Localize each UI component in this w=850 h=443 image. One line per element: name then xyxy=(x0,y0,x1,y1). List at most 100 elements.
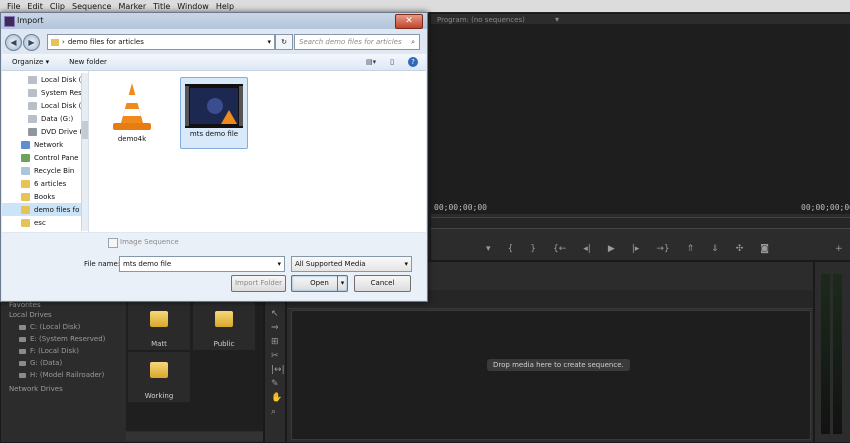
audio-meters xyxy=(814,261,850,443)
add-button-icon[interactable]: + xyxy=(835,244,843,254)
selection-tool-icon[interactable]: ↖ xyxy=(271,309,279,319)
address-path: demo files for articles xyxy=(67,38,144,46)
track-select-tool-icon[interactable]: ⇒ xyxy=(271,323,279,333)
recycle-bin-icon xyxy=(21,166,30,175)
folder-tile[interactable]: Matt xyxy=(128,302,190,350)
image-sequence-checkbox[interactable] xyxy=(108,238,118,248)
lift-icon[interactable]: ⇑ xyxy=(687,244,695,254)
back-arrow-icon[interactable]: ◀ xyxy=(5,34,22,51)
media-browser-panel: Favorites Local Drives C: (Local Disk) E… xyxy=(0,300,264,443)
folder-tile[interactable]: Working xyxy=(128,352,190,402)
menu-title[interactable]: Title xyxy=(153,2,170,11)
breadcrumb-separator-icon[interactable]: › xyxy=(62,38,65,46)
timecode-right[interactable]: 00;00;00;00 xyxy=(801,203,850,212)
hand-tool-icon[interactable]: ✋ xyxy=(271,393,282,403)
menu-marker[interactable]: Marker xyxy=(118,2,146,11)
pen-tool-icon[interactable]: ✎ xyxy=(271,379,279,389)
search-input[interactable]: Search demo files for articles ⌕ xyxy=(294,34,420,50)
tools-panel: ↖ ⇒ ⊞ ✂ |↔| ✎ ✋ ⌕ xyxy=(264,300,286,443)
premiere-app-icon xyxy=(4,16,15,27)
mark-out-icon[interactable]: } xyxy=(530,244,536,254)
dialog-title: Import xyxy=(17,16,44,25)
preview-pane-icon[interactable]: ▯ xyxy=(390,58,394,66)
local-drives-label[interactable]: Local Drives xyxy=(9,311,52,319)
file-type-select[interactable]: All Supported Media ▾ xyxy=(291,256,412,272)
menu-help[interactable]: Help xyxy=(216,2,234,11)
dialog-titlebar[interactable]: Import ✕ xyxy=(1,13,427,29)
play-icon[interactable]: ▶ xyxy=(608,244,615,254)
import-dialog: Import ✕ ◀ ▶ › demo files for articles ▾… xyxy=(0,12,428,302)
forward-arrow-icon[interactable]: ▶ xyxy=(23,34,40,51)
folder-label: Matt xyxy=(151,340,167,348)
folder-grid: Matt Public Working xyxy=(126,301,263,431)
drive-item[interactable]: H: (Model Railroader) xyxy=(19,371,104,379)
menu-clip[interactable]: Clip xyxy=(50,2,65,11)
export-frame-icon[interactable]: ◙ xyxy=(760,244,769,254)
file-list: demo4k mts demo file xyxy=(89,71,426,232)
import-folder-button[interactable]: Import Folder xyxy=(231,275,286,292)
view-options-icon[interactable]: ▤▾ xyxy=(366,58,376,66)
network-drives-label[interactable]: Network Drives xyxy=(9,385,63,393)
mark-in-icon[interactable]: { xyxy=(508,244,514,254)
file-name-value: mts demo file xyxy=(123,260,172,268)
file-name-dropdown-icon[interactable]: ▾ xyxy=(277,260,281,268)
razor-tool-icon[interactable]: ✂ xyxy=(271,351,279,361)
drive-item[interactable]: F: (Local Disk) xyxy=(19,347,79,355)
new-folder-button[interactable]: New folder xyxy=(69,58,107,66)
trim-icon[interactable]: ✣ xyxy=(736,244,744,254)
file-name-input[interactable]: mts demo file ▾ xyxy=(119,256,285,272)
program-monitor-tab[interactable]: Program: (no sequences) xyxy=(437,16,525,24)
folder-icon xyxy=(51,38,59,46)
open-button[interactable]: Open ▾ xyxy=(291,275,348,292)
timecode-left[interactable]: 00;00;00;00 xyxy=(434,203,487,212)
navigation-pane: Local Disk ( System Res Local Disk ( Dat… xyxy=(2,71,101,232)
zoom-tool-icon[interactable]: ⌕ xyxy=(271,407,276,417)
refresh-button[interactable]: ↻ xyxy=(275,34,293,50)
search-placeholder: Search demo files for articles xyxy=(299,38,402,46)
drive-item[interactable]: E: (System Reserved) xyxy=(19,335,105,343)
organize-button[interactable]: Organize ▾ xyxy=(12,58,49,66)
step-forward-icon[interactable]: |▸ xyxy=(632,244,640,254)
go-to-in-icon[interactable]: {← xyxy=(553,244,566,254)
drive-item[interactable]: G: (Data) xyxy=(19,359,62,367)
address-bar[interactable]: › demo files for articles ▾ xyxy=(47,34,275,50)
slip-tool-icon[interactable]: |↔| xyxy=(271,365,285,375)
timeline-tracks[interactable] xyxy=(291,310,811,440)
address-dropdown-icon[interactable]: ▾ xyxy=(267,38,271,46)
program-viewer xyxy=(431,24,850,214)
ripple-edit-tool-icon[interactable]: ⊞ xyxy=(271,337,279,347)
video-thumbnail-icon xyxy=(185,84,243,128)
hard-drive-icon xyxy=(19,324,26,330)
file-type-value: All Supported Media xyxy=(295,260,366,268)
time-ruler[interactable] xyxy=(431,217,850,229)
panel-menu-icon[interactable]: ▾ xyxy=(555,15,559,24)
folder-icon xyxy=(21,205,30,214)
menu-sequence[interactable]: Sequence xyxy=(72,2,111,11)
favorites-label[interactable]: Favorites xyxy=(9,301,41,309)
help-icon[interactable]: ? xyxy=(408,57,418,67)
file-item-selected[interactable]: mts demo file xyxy=(180,77,248,149)
file-type-dropdown-icon[interactable]: ▾ xyxy=(404,260,408,268)
hard-drive-icon xyxy=(19,360,26,366)
image-sequence-label: Image Sequence xyxy=(120,238,179,246)
scrollbar-thumb[interactable] xyxy=(82,121,88,139)
open-dropdown-icon[interactable]: ▾ xyxy=(337,276,347,291)
menu-file[interactable]: File xyxy=(7,2,20,11)
cancel-button[interactable]: Cancel xyxy=(354,275,411,292)
drive-item[interactable]: C: (Local Disk) xyxy=(19,323,80,331)
hard-drive-icon xyxy=(28,75,37,84)
add-marker-icon[interactable]: ▾ xyxy=(486,244,491,254)
audio-meter-left xyxy=(821,274,830,434)
nav-scrollbar[interactable] xyxy=(81,73,88,231)
drop-hint: Drop media here to create sequence. xyxy=(487,359,630,371)
folder-tile[interactable]: Public xyxy=(193,302,255,350)
file-item[interactable]: demo4k xyxy=(99,81,165,143)
extract-icon[interactable]: ⇓ xyxy=(711,244,719,254)
network-icon xyxy=(21,140,30,149)
step-back-icon[interactable]: ◂| xyxy=(583,244,591,254)
go-to-out-icon[interactable]: →} xyxy=(656,244,669,254)
menu-edit[interactable]: Edit xyxy=(27,2,43,11)
menu-window[interactable]: Window xyxy=(177,2,209,11)
close-button[interactable]: ✕ xyxy=(395,14,423,29)
folder-icon xyxy=(150,311,168,327)
